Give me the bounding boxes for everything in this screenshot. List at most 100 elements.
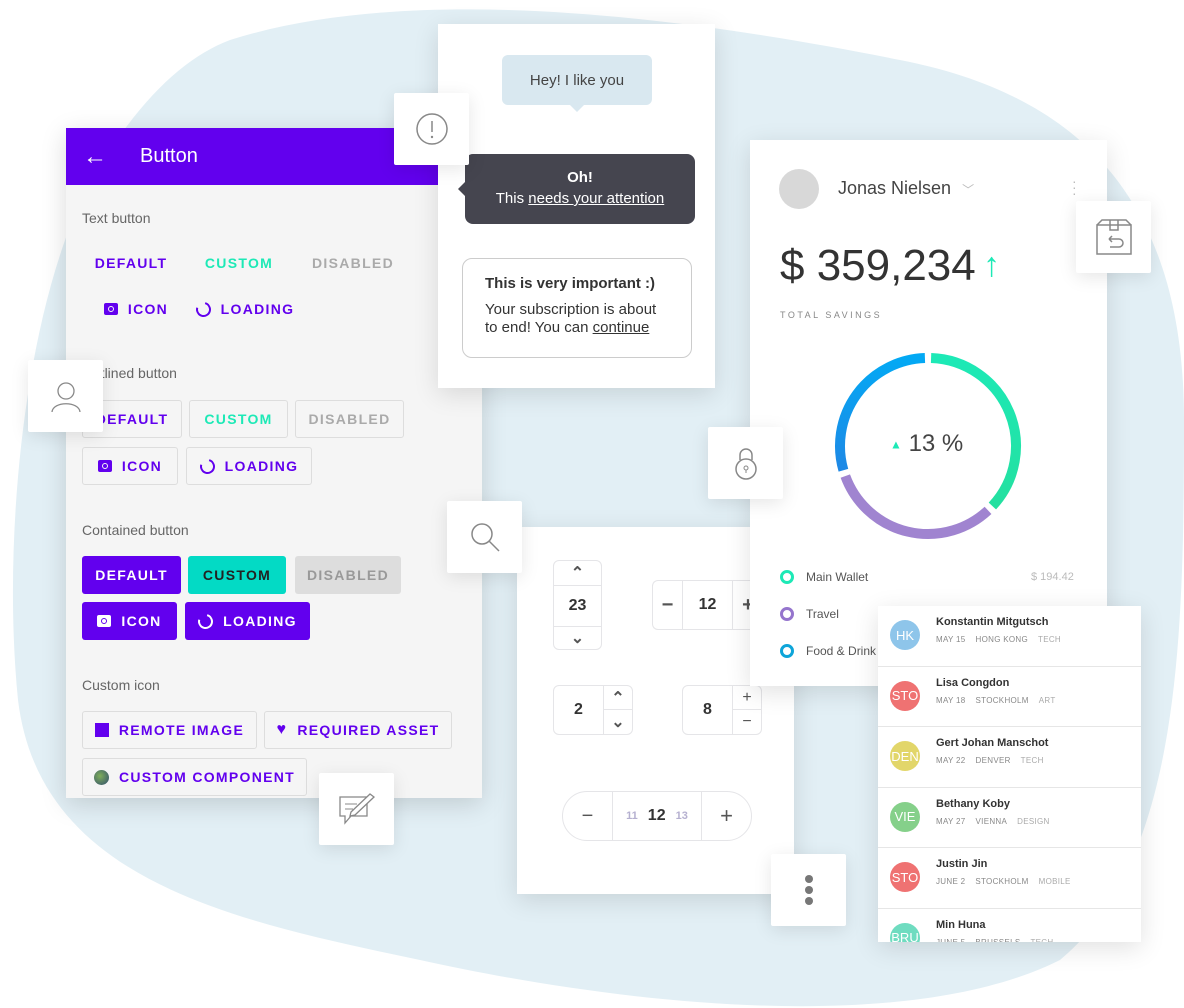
user-icon — [50, 382, 81, 413]
globe-icon — [93, 769, 109, 785]
button-label: REMOTE IMAGE — [118, 722, 245, 738]
button-label: LOADING — [223, 613, 297, 629]
lock-tile[interactable] — [708, 427, 783, 499]
box-return-icon — [1095, 219, 1132, 255]
contact-meta: JUNE 5 BRUSSELS TECH — [936, 938, 1053, 943]
box-return-tile[interactable] — [1076, 201, 1151, 273]
text-icon-button[interactable]: ICON — [86, 290, 186, 328]
exclamation-tile[interactable] — [394, 93, 469, 165]
contained-icon-button[interactable]: ICON — [82, 602, 177, 640]
remote-image-button[interactable]: REMOTE IMAGE — [82, 711, 257, 749]
stepper-value[interactable]: 23 — [554, 586, 601, 626]
legend-main-wallet: Main Wallet — [780, 570, 868, 584]
lock-icon — [734, 448, 757, 480]
minus-icon[interactable]: − — [563, 792, 612, 840]
contact-name: Bethany Koby — [936, 797, 1010, 810]
required-asset-button[interactable]: ♥ REQUIRED ASSET — [264, 711, 452, 749]
chevron-down-icon[interactable]: ⌄ — [554, 626, 601, 649]
more-vertical-icon[interactable]: · · · — [1072, 174, 1077, 200]
legend-label: Food & Drink — [806, 644, 877, 658]
custom-component-button[interactable]: CUSTOM COMPONENT — [82, 758, 307, 796]
previous-value: 11 — [626, 810, 638, 822]
list-item[interactable]: HK Konstantin Mitgutsch MAY 15 HONG KONG T… — [878, 606, 1141, 667]
text-loading-button[interactable]: LOADING — [190, 290, 300, 328]
total-amount: $ 359,234 — [780, 241, 976, 290]
next-value: 13 — [675, 810, 688, 822]
stepper-values[interactable]: 11 12 13 — [612, 792, 702, 840]
text-default-button[interactable]: DEFAULT — [82, 244, 180, 282]
button-label: LOADING — [220, 301, 295, 317]
chevron-down-icon[interactable]: ⌄ — [603, 710, 632, 734]
minus-icon[interactable]: − — [653, 581, 683, 629]
city: BRUSSELS — [975, 937, 1021, 943]
date: MAY 27 — [936, 816, 966, 826]
arrow-up-icon: ↑ — [983, 246, 1000, 284]
outlined-loading-button[interactable]: LOADING — [186, 447, 312, 485]
chevron-up-icon[interactable]: ⌃ — [603, 686, 632, 710]
contained-custom-button[interactable]: CUSTOM — [188, 556, 286, 594]
notice-box: This is very important :) Your subscript… — [462, 258, 692, 358]
text-custom-button[interactable]: CUSTOM — [190, 244, 288, 282]
button-label: ICON — [121, 458, 163, 474]
more-tile[interactable] — [771, 854, 846, 926]
minus-icon[interactable]: − — [732, 710, 761, 734]
stepper-value[interactable]: 12 — [683, 581, 732, 629]
legend-food-drink: Food & Drink — [780, 644, 876, 658]
contained-loading-button[interactable]: LOADING — [185, 602, 310, 640]
list-item[interactable]: STO Justin Jin JUNE 2 STOCKHOLM MOBILE — [878, 848, 1141, 909]
horizontal-stepper[interactable]: − 12 + — [652, 580, 762, 630]
note-edit-icon — [338, 793, 375, 825]
button-label: LOADING — [224, 458, 299, 474]
button-label: REQUIRED ASSET — [297, 722, 440, 738]
contact-name: Gert Johan Manschot — [936, 737, 1049, 749]
chat-card: Hey! I like you Oh! This needs your atte… — [438, 24, 715, 388]
plus-icon[interactable]: + — [702, 792, 751, 840]
chevron-up-icon[interactable]: ⌃ — [554, 561, 601, 586]
city: STOCKHOLM — [975, 695, 1029, 705]
vertical-stepper[interactable]: ⌃ 23 ⌄ — [553, 560, 602, 650]
circle-icon — [780, 607, 794, 621]
stepper-value: 12 — [647, 807, 666, 824]
side-plusminus-stepper[interactable]: 8 + − — [682, 685, 762, 735]
contact-meta: MAY 15 HONG KONG TECH — [936, 635, 1061, 644]
arrow-left-icon[interactable]: ← — [66, 143, 124, 171]
list-item[interactable]: BRU Min Huna JUNE 5 BRUSSELS TECH — [878, 909, 1141, 943]
continue-link[interactable]: continue — [593, 319, 650, 336]
contained-default-button[interactable]: DEFAULT — [82, 556, 181, 594]
alert-tooltip: Oh! This needs your attention — [458, 154, 695, 224]
city: STOCKHOLM — [975, 877, 1029, 886]
button-label: ICON — [127, 301, 169, 317]
plus-icon[interactable]: + — [732, 686, 761, 710]
legend-travel: Travel — [780, 607, 839, 621]
stepper-value[interactable]: 2 — [554, 686, 603, 734]
tag: TECH — [1020, 756, 1044, 765]
stepper-value[interactable]: 8 — [683, 686, 732, 734]
list-item[interactable]: DEN Gert Johan Manschot MAY 22 DENVER TECH — [878, 727, 1141, 788]
outlined-custom-button[interactable]: CUSTOM — [189, 400, 288, 438]
notice-title: This is very important :) — [485, 275, 656, 292]
total-savings-label: TOTAL SAVINGS — [780, 310, 883, 320]
list-item[interactable]: VIE Bethany Koby MAY 27 VIENNA DESIGN — [878, 788, 1141, 848]
search-tile[interactable] — [447, 501, 522, 573]
city: DENVER — [975, 756, 1011, 765]
contact-meta: MAY 27 VIENNA DESIGN — [936, 817, 1050, 826]
user-dropdown[interactable]: Jonas Nielsen ﹀ — [838, 178, 974, 199]
spinner-icon — [196, 455, 218, 477]
outlined-icon-button[interactable]: ICON — [82, 447, 178, 485]
note-edit-tile[interactable] — [319, 773, 394, 845]
spinner-icon — [192, 298, 214, 320]
date: JUNE 5 — [936, 937, 966, 943]
list-item[interactable]: STO Lisa Congdon MAY 18 STOCKHOLM ART — [878, 667, 1141, 727]
square-icon — [94, 723, 109, 737]
city: VIENNA — [975, 816, 1008, 826]
tag: TECH — [1038, 635, 1061, 644]
tag: DESIGN — [1017, 816, 1050, 826]
city: HONG KONG — [975, 635, 1029, 644]
heart-icon: ♥ — [276, 721, 288, 738]
avatar — [779, 169, 819, 209]
pill-stepper[interactable]: − 11 12 13 + — [562, 791, 752, 841]
side-arrow-stepper[interactable]: 2 ⌃ ⌄ — [553, 685, 633, 735]
user-tile[interactable] — [28, 360, 103, 432]
button-label: CUSTOM COMPONENT — [118, 769, 296, 785]
alert-link[interactable]: needs your attention — [528, 190, 664, 207]
